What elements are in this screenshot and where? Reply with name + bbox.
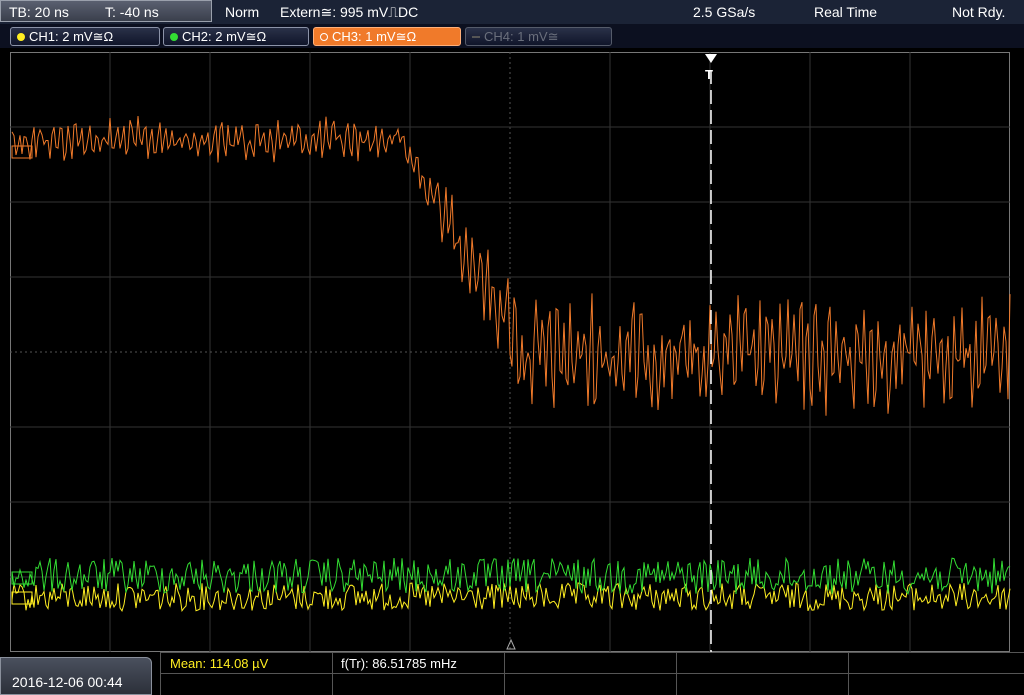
measurement-frequency[interactable]: f(Tr): 86.51785 mHz	[341, 656, 457, 671]
channel-3-trace	[11, 115, 1011, 416]
measurement-bar	[0, 652, 1024, 695]
datetime-label: 2016-12-06 00:44	[12, 674, 123, 690]
waveform-canvas: T	[10, 52, 1011, 652]
datetime-box: 2016-12-06 00:44	[0, 657, 152, 695]
channel-1-trace	[11, 582, 1011, 613]
measurement-mean[interactable]: Mean: 114.08 µV	[170, 656, 268, 671]
trigger-position-marker-icon[interactable]	[705, 54, 717, 63]
trigger-marker-label: T	[705, 67, 713, 82]
horizontal-position-marker-icon	[506, 638, 516, 650]
